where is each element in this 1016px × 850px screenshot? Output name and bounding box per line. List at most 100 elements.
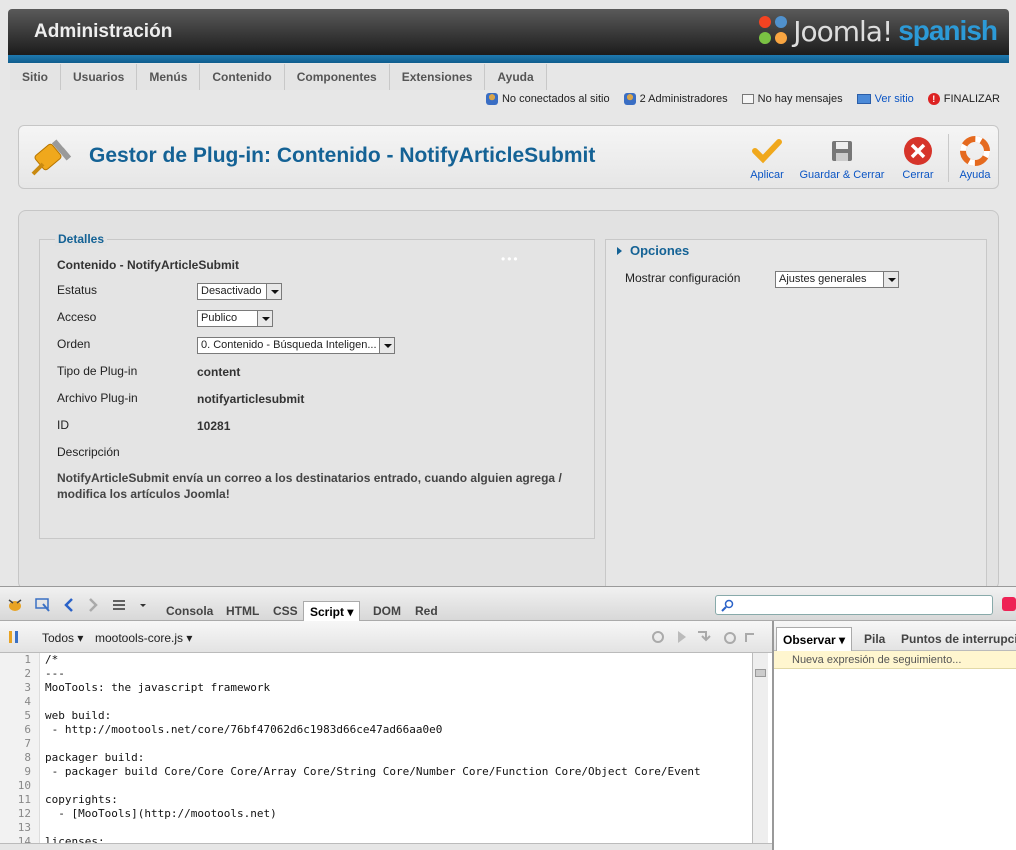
firebug-tool-icons <box>6 596 148 614</box>
close-button[interactable]: Cerrar <box>899 136 937 181</box>
code-line: 13 <box>0 821 752 835</box>
menu-item-sitio[interactable]: Sitio <box>10 64 61 90</box>
joomla-logo: Joomla! spanish <box>759 14 998 48</box>
code-vertical-scrollbar[interactable] <box>752 653 768 843</box>
menu-list-icon[interactable] <box>110 596 128 614</box>
watch-side-panel: Observar ▾ Pila Puntos de interrupción N… <box>772 621 1016 850</box>
menu-item-extensiones[interactable]: Extensiones <box>389 64 486 90</box>
code-line: 5 web build: <box>0 709 752 723</box>
firebug-close-icon[interactable] <box>1002 597 1016 611</box>
file-label: Archivo Plug-in <box>57 391 138 405</box>
chevron-down-icon[interactable] <box>138 596 148 614</box>
logout-link[interactable]: ! FINALIZAR <box>927 93 1000 105</box>
firebug-tab-html[interactable]: HTML <box>220 601 265 621</box>
debug-step-icons[interactable] <box>650 628 760 646</box>
close-icon <box>903 136 933 166</box>
firebug-search-input[interactable] <box>715 595 993 615</box>
logo-suffix: spanish <box>898 15 998 46</box>
status-offline[interactable]: No conectados al sitio <box>485 93 610 105</box>
firebug-tab-consola[interactable]: Consola <box>160 601 219 621</box>
code-line: 10 <box>0 779 752 793</box>
status-row: No conectados al sitio 2 Administradores… <box>485 93 1000 105</box>
options-toggle[interactable]: Opciones <box>617 243 689 258</box>
side-tabs: Observar ▾ Pila Puntos de interrupción <box>774 621 1016 651</box>
script-toolbar: Todos ▾ mootools-core.js ▾ <box>0 621 772 653</box>
code-line: 9 - packager build Core/Core Core/Array … <box>0 765 752 779</box>
admin-header: Administración Joomla! spanish <box>8 9 1009 55</box>
plugin-icon <box>31 139 72 176</box>
search-icon <box>721 599 734 612</box>
firebug-tab-script[interactable]: Script ▾ <box>303 601 361 621</box>
script-source-view[interactable]: 1/* 2 --- 3 MooTools: the javascript frame… <box>0 653 752 843</box>
logout-icon: ! <box>927 93 940 105</box>
scroll-thumb[interactable] <box>755 669 766 677</box>
admin-users-icon <box>623 93 636 105</box>
admin-title: Administración <box>34 21 173 42</box>
back-arrow-icon[interactable] <box>62 596 76 614</box>
view-site-link[interactable]: Ver sitio <box>856 93 914 105</box>
code-line: 3 MooTools: the javascript framework <box>0 681 752 695</box>
monitor-icon <box>856 94 871 104</box>
save-close-button[interactable]: Guardar & Cerrar <box>799 136 885 181</box>
menu-item-ayuda[interactable]: Ayuda <box>485 64 547 90</box>
status-admins[interactable]: 2 Administradores <box>623 93 728 105</box>
pause-icon[interactable] <box>6 628 26 646</box>
status-label: Estatus <box>57 283 98 297</box>
access-select[interactable]: Publico <box>197 310 273 327</box>
side-tab-observar[interactable]: Observar ▾ <box>776 627 853 651</box>
code-line: 2 --- <box>0 667 752 681</box>
new-watch-expression-input[interactable]: Nueva expresión de seguimiento... <box>774 651 1016 669</box>
menu-item-contenido[interactable]: Contenido <box>200 64 285 90</box>
firebug-tab-red[interactable]: Red <box>409 601 444 621</box>
description-text: NotifyArticleSubmit envía un correo a lo… <box>57 471 562 501</box>
show-config-label: Mostrar configuración <box>625 271 741 285</box>
menu-item-componentes[interactable]: Componentes <box>284 64 390 90</box>
apply-button[interactable]: Aplicar <box>747 136 787 181</box>
firebug-toolbar: Consola HTML CSS Script ▾ DOM Red <box>0 587 1016 621</box>
script-filter-select[interactable]: Todos ▾ <box>42 631 83 645</box>
firebug-bug-icon[interactable] <box>6 596 24 614</box>
plugin-name: Contenido - NotifyArticleSubmit <box>57 258 239 272</box>
script-file-select[interactable]: mootools-core.js ▾ <box>95 631 192 645</box>
caret-right-icon <box>617 247 622 255</box>
chevron-down-icon <box>883 272 898 287</box>
menu-item-menus[interactable]: Menús <box>137 64 201 90</box>
firebug-panel: Consola HTML CSS Script ▾ DOM Red Todos … <box>0 586 1016 850</box>
type-value: content <box>197 365 241 379</box>
code-line: 11 copyrights: <box>0 793 752 807</box>
forward-arrow-icon[interactable] <box>86 596 100 614</box>
chevron-down-icon <box>257 311 272 326</box>
admin-page: Administración Joomla! spanish Sitio Usu… <box>0 0 1016 850</box>
logo-text: Joomla! <box>793 14 893 48</box>
firebug-tab-dom[interactable]: DOM <box>367 601 407 621</box>
toolbar-divider <box>948 134 949 182</box>
code-line: 8 packager build: <box>0 751 752 765</box>
order-select[interactable]: 0. Contenido - Búsqueda Inteligen... <box>197 337 395 354</box>
page-title: Gestor de Plug-in: Contenido - NotifyArt… <box>89 144 596 167</box>
loading-dots: ••• <box>501 252 520 266</box>
code-line: 6 - http://mootools.net/core/76bf47062d6… <box>0 723 752 737</box>
lifebuoy-icon <box>960 136 990 166</box>
type-label: Tipo de Plug-in <box>57 364 138 378</box>
help-button[interactable]: Ayuda <box>956 136 994 181</box>
show-config-select[interactable]: Ajustes generales <box>775 271 899 288</box>
code-horizontal-scrollbar[interactable] <box>0 843 772 850</box>
side-tab-breakpoints[interactable]: Puntos de interrupción <box>895 627 1016 651</box>
status-select[interactable]: Desactivado <box>197 283 282 300</box>
main-menu: Sitio Usuarios Menús Contenido Component… <box>10 64 547 90</box>
status-messages[interactable]: No hay mensajes <box>741 93 843 105</box>
firebug-tab-css[interactable]: CSS <box>267 601 304 621</box>
menu-item-usuarios[interactable]: Usuarios <box>61 64 138 90</box>
inspect-icon[interactable] <box>34 596 52 614</box>
file-value: notifyarticlesubmit <box>197 392 305 406</box>
id-label: ID <box>57 418 69 432</box>
checkmark-icon <box>752 136 782 166</box>
code-line: 12 - [MooTools](http://mootools.net) <box>0 807 752 821</box>
side-tab-pila[interactable]: Pila <box>858 627 891 651</box>
header-accent-bar <box>8 55 1009 63</box>
chevron-down-icon <box>266 284 281 299</box>
id-value: 10281 <box>197 419 231 433</box>
order-label: Orden <box>57 337 91 351</box>
code-line: 1/* <box>0 653 752 667</box>
details-legend: Detalles <box>55 232 108 246</box>
